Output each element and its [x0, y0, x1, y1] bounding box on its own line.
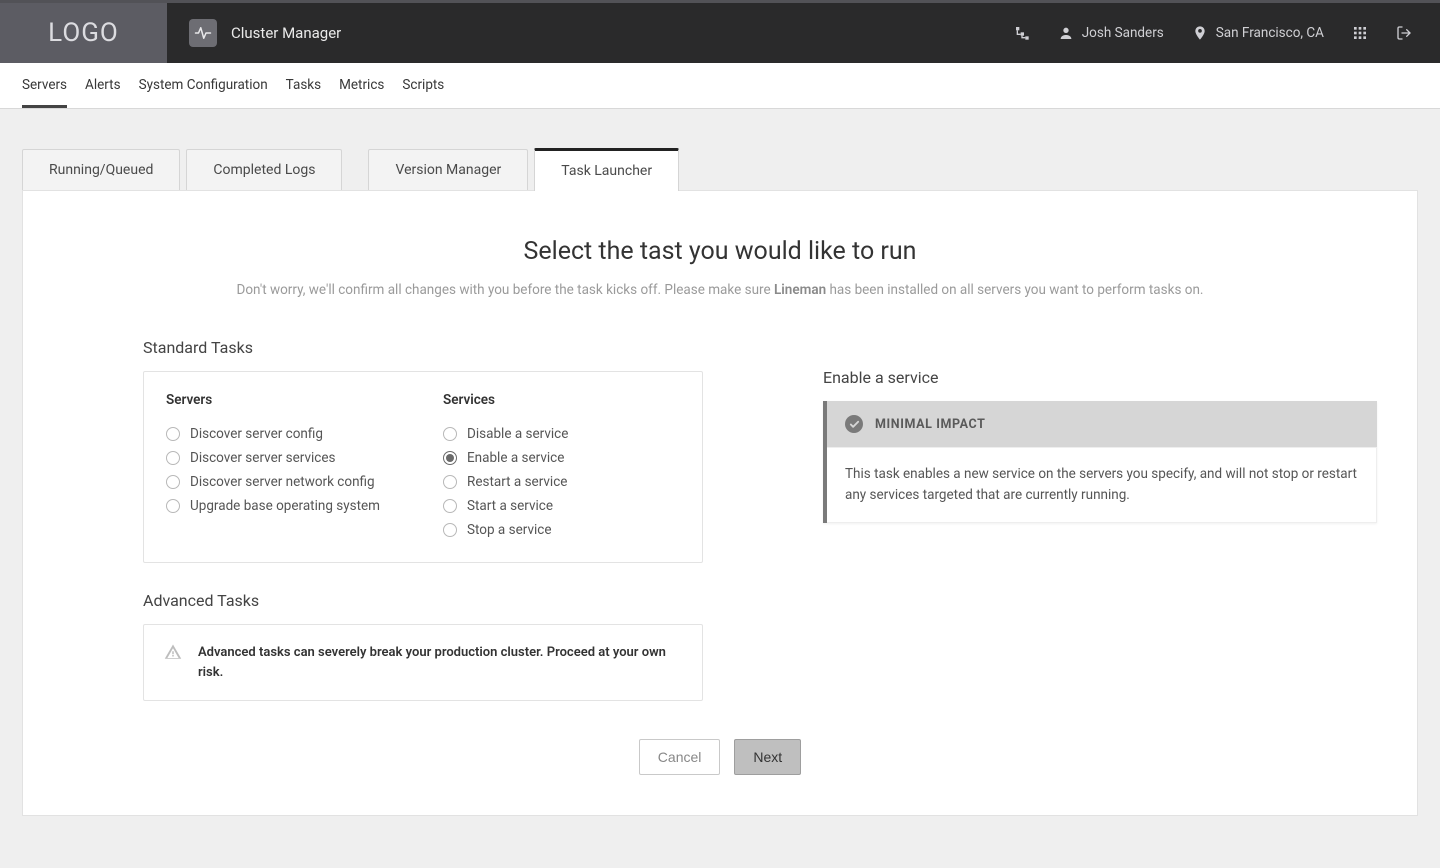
cancel-button[interactable]: Cancel — [639, 739, 721, 775]
heartbeat-icon — [189, 19, 217, 47]
task-detail-title: Enable a service — [823, 368, 1377, 387]
location-text: San Francisco, CA — [1216, 25, 1324, 41]
user-menu[interactable]: Josh Sanders — [1058, 25, 1164, 41]
page-body: Running/QueuedCompleted Logs Version Mana… — [0, 109, 1440, 856]
wizard-actions: Cancel Next — [63, 739, 1377, 775]
task-detail-card: MINIMAL IMPACT This task enables a new s… — [823, 401, 1377, 523]
task-option-label: Discover server services — [190, 450, 336, 466]
logout-icon[interactable] — [1396, 25, 1412, 41]
task-option[interactable]: Upgrade base operating system — [166, 494, 403, 518]
next-button[interactable]: Next — [734, 739, 801, 775]
task-group-services: Services Disable a service Enable a servic… — [443, 392, 680, 542]
page-title: Select the tast you would like to run — [63, 237, 1377, 266]
task-option-label: Disable a service — [467, 426, 568, 442]
app-title: Cluster Manager — [231, 24, 341, 42]
radio-icon — [166, 499, 180, 513]
task-group-title: Servers — [166, 392, 403, 408]
location-icon — [1192, 25, 1208, 41]
impact-badge-text: MINIMAL IMPACT — [875, 417, 985, 432]
apps-icon[interactable] — [1352, 25, 1368, 41]
nav-item-servers[interactable]: Servers — [22, 65, 67, 108]
task-option-label: Stop a service — [467, 522, 552, 538]
task-option[interactable]: Discover server network config — [166, 470, 403, 494]
task-detail-body: This task enables a new service on the s… — [827, 447, 1377, 523]
task-option-label: Discover server config — [190, 426, 323, 442]
location-menu[interactable]: San Francisco, CA — [1192, 25, 1324, 41]
nav-item-alerts[interactable]: Alerts — [85, 65, 121, 108]
nav-item-metrics[interactable]: Metrics — [339, 65, 384, 108]
nav-item-scripts[interactable]: Scripts — [402, 65, 444, 108]
app-title-group: Cluster Manager — [167, 19, 341, 47]
advanced-warning-text: Advanced tasks can severely break your p… — [198, 643, 682, 682]
user-icon — [1058, 25, 1074, 41]
impact-badge: MINIMAL IMPACT — [827, 401, 1377, 447]
radio-icon — [166, 475, 180, 489]
nav-item-system-configuration[interactable]: System Configuration — [139, 65, 268, 108]
task-option-label: Start a service — [467, 498, 553, 514]
tab-version-manager[interactable]: Version Manager — [368, 149, 528, 190]
tab-completed-logs[interactable]: Completed Logs — [186, 149, 342, 190]
check-circle-icon — [845, 415, 863, 433]
task-option[interactable]: Discover server config — [166, 422, 403, 446]
tab-task-launcher[interactable]: Task Launcher — [534, 148, 679, 191]
main-nav: Servers Alerts System Configuration Tasks Me… — [0, 63, 1440, 109]
topbar: LOGO Cluster Manager — [0, 0, 1440, 63]
standard-tasks-label: Standard Tasks — [143, 338, 703, 357]
advanced-warning-card: Advanced tasks can severely break your p… — [143, 624, 703, 701]
task-group-title: Services — [443, 392, 680, 408]
user-name: Josh Sanders — [1082, 25, 1164, 41]
task-option[interactable]: Discover server services — [166, 446, 403, 470]
task-option[interactable]: Disable a service — [443, 422, 680, 446]
radio-icon — [443, 451, 457, 465]
tab-running-queued[interactable]: Running/Queued — [22, 149, 180, 190]
radio-icon — [443, 475, 457, 489]
task-option-label: Upgrade base operating system — [190, 498, 380, 514]
standard-tasks-card: Servers Discover server config Discover se… — [143, 371, 703, 563]
task-option-label: Enable a service — [467, 450, 564, 466]
logo[interactable]: LOGO — [0, 3, 167, 63]
task-option-label: Restart a service — [467, 474, 567, 490]
tree-icon[interactable] — [1014, 25, 1030, 41]
nav-item-tasks[interactable]: Tasks — [286, 65, 321, 108]
page-subtitle: Don't worry, we'll confirm all changes w… — [63, 282, 1377, 298]
radio-icon — [166, 451, 180, 465]
warning-icon — [164, 643, 182, 661]
radio-icon — [166, 427, 180, 441]
task-option-label: Discover server network config — [190, 474, 375, 490]
topbar-right: Josh Sanders San Francisco, CA — [1014, 25, 1440, 41]
task-option[interactable]: Restart a service — [443, 470, 680, 494]
radio-icon — [443, 523, 457, 537]
radio-icon — [443, 427, 457, 441]
task-launcher-panel: Select the tast you would like to run Do… — [22, 190, 1418, 816]
task-option[interactable]: Stop a service — [443, 518, 680, 542]
task-option[interactable]: Enable a service — [443, 446, 680, 470]
tabs-row: Running/QueuedCompleted Logs Version Mana… — [22, 147, 1418, 190]
radio-icon — [443, 499, 457, 513]
task-option[interactable]: Start a service — [443, 494, 680, 518]
advanced-tasks-label: Advanced Tasks — [143, 591, 703, 610]
task-group-servers: Servers Discover server config Discover se… — [166, 392, 403, 542]
